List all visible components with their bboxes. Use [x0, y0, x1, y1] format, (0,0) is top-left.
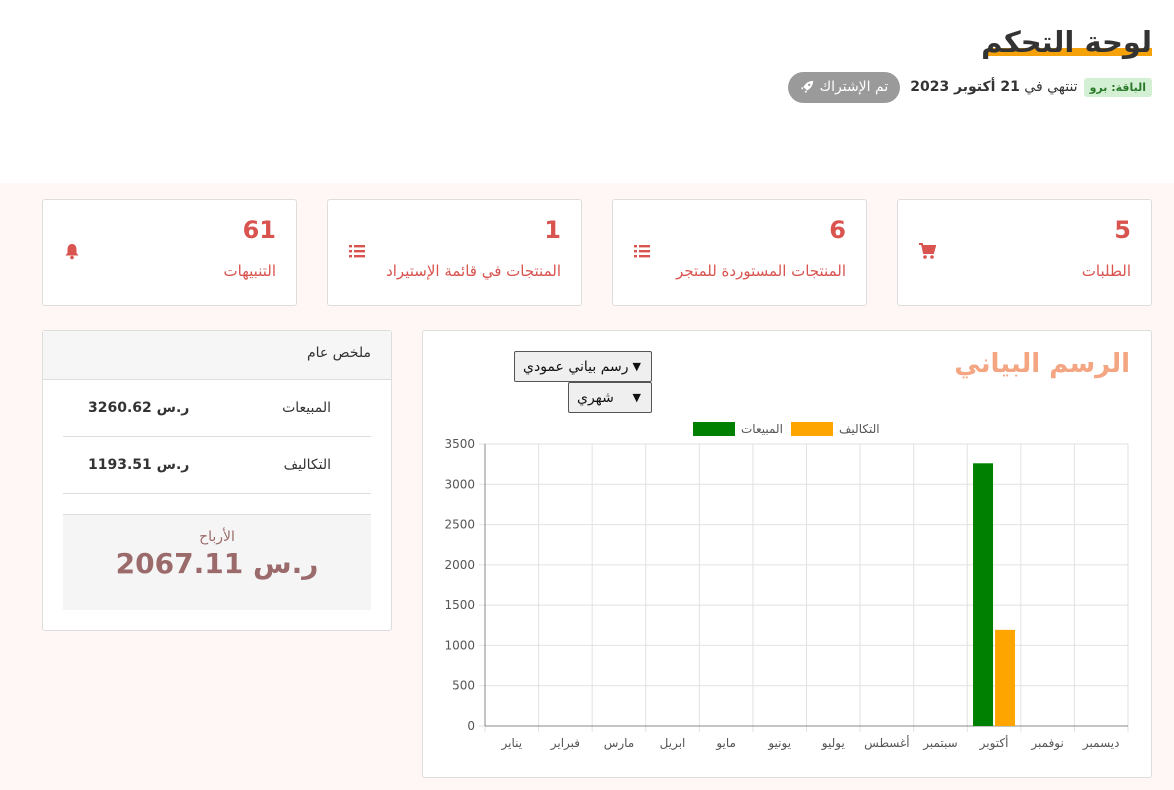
summary-label: المبيعات [282, 400, 331, 416]
x-tick-label: مارس [604, 736, 635, 751]
subscription-row: الباقة: برو تنتهي في 21 أكتوبر 2023 تم ا… [787, 71, 1152, 103]
y-tick-label: 0 [467, 719, 475, 733]
page-header: لوحة التحكم الباقة: برو تنتهي في 21 أكتو… [0, 0, 1174, 183]
legend-swatch [791, 422, 833, 436]
legend-label: المبيعات [741, 422, 783, 436]
subscribed-label: تم الإشتراك [819, 79, 889, 95]
bell-icon [65, 244, 79, 260]
y-tick-label: 3000 [444, 477, 475, 491]
x-tick-label: يناير [501, 736, 523, 751]
stat-value: 5 [1114, 216, 1131, 244]
page-title: لوحة التحكم [981, 25, 1152, 59]
x-tick-label: ابريل [660, 736, 686, 751]
stat-card-notifications[interactable]: 61 التنبيهات [42, 199, 297, 306]
summary-row-costs: التكاليف 1193.51 ر.س [63, 437, 371, 494]
y-tick-label: 1500 [444, 598, 475, 612]
legend-swatch [693, 422, 735, 436]
expire-date: 21 أكتوبر 2023 [910, 79, 1020, 95]
profit-label: الأرباح [199, 529, 235, 545]
subscribed-button[interactable]: تم الإشتراك [787, 71, 901, 103]
profit-box: الأرباح 2067.11 ر.س [63, 514, 371, 610]
summary-panel: ملخص عام المبيعات 3260.62 ر.س التكاليف 1… [42, 330, 392, 631]
stat-label: المنتجات المستوردة للمتجر [676, 262, 846, 280]
chart-panel: الرسم البياني رسم بياني عمودي ▼ شهري ▼ 0… [422, 330, 1152, 778]
stat-card-imported-products[interactable]: 6 المنتجات المستوردة للمتجر [612, 199, 867, 306]
summary-value: 3260.62 ر.س [88, 400, 190, 416]
stat-label: التنبيهات [223, 262, 276, 280]
x-tick-label: مايو [715, 736, 736, 751]
summary-label: التكاليف [283, 457, 331, 473]
x-tick-label: ديسمبر [1082, 736, 1120, 751]
stat-value: 1 [544, 216, 561, 244]
x-tick-label: نوفمبر [1030, 736, 1063, 751]
expire-prefix: تنتهي في [1024, 79, 1078, 95]
stat-card-import-list[interactable]: 1 المنتجات في قائمة الإستيراد [327, 199, 582, 306]
summary-title: ملخص عام [306, 345, 371, 361]
plan-badge: الباقة: برو [1083, 77, 1152, 97]
stat-value: 61 [242, 216, 276, 244]
main-area: 5 الطلبات 6 المنتجات المستوردة للمتجر 1 … [0, 183, 1174, 790]
y-tick-label: 2000 [444, 558, 475, 572]
expire-text: تنتهي في 21 أكتوبر 2023 [910, 79, 1077, 95]
legend-label: التكاليف [839, 422, 880, 436]
profit-value: 2067.11 ر.س [115, 547, 319, 580]
x-tick-label: يوليو [821, 736, 845, 751]
x-tick-label: أغسطس [864, 735, 909, 751]
bar-sales [973, 463, 994, 726]
x-tick-label: سبتمبر [922, 736, 957, 751]
x-tick-label: فبراير [550, 736, 580, 751]
bar-costs [995, 629, 1016, 726]
list-icon [349, 245, 365, 258]
summary-header: ملخص عام [43, 331, 391, 380]
stat-label: المنتجات في قائمة الإستيراد [386, 262, 561, 280]
y-tick-label: 3500 [444, 437, 475, 451]
stat-value: 6 [829, 216, 846, 244]
cart-icon [919, 243, 936, 259]
rocket-icon [800, 80, 813, 94]
y-tick-label: 1000 [444, 638, 475, 652]
y-tick-label: 2500 [444, 518, 475, 532]
stat-card-orders[interactable]: 5 الطلبات [897, 199, 1152, 306]
x-tick-label: أكتوبر [979, 735, 1009, 751]
stat-label: الطلبات [1081, 262, 1131, 280]
summary-value: 1193.51 ر.س [88, 457, 190, 473]
x-tick-label: يونيو [767, 736, 791, 751]
y-tick-label: 500 [452, 679, 475, 693]
summary-row-sales: المبيعات 3260.62 ر.س [63, 380, 371, 437]
list-icon [634, 245, 650, 258]
bar-chart: 0 500 1000 1500 2000 2500 3000 3500 يناير فبراير م… [444, 422, 1129, 751]
